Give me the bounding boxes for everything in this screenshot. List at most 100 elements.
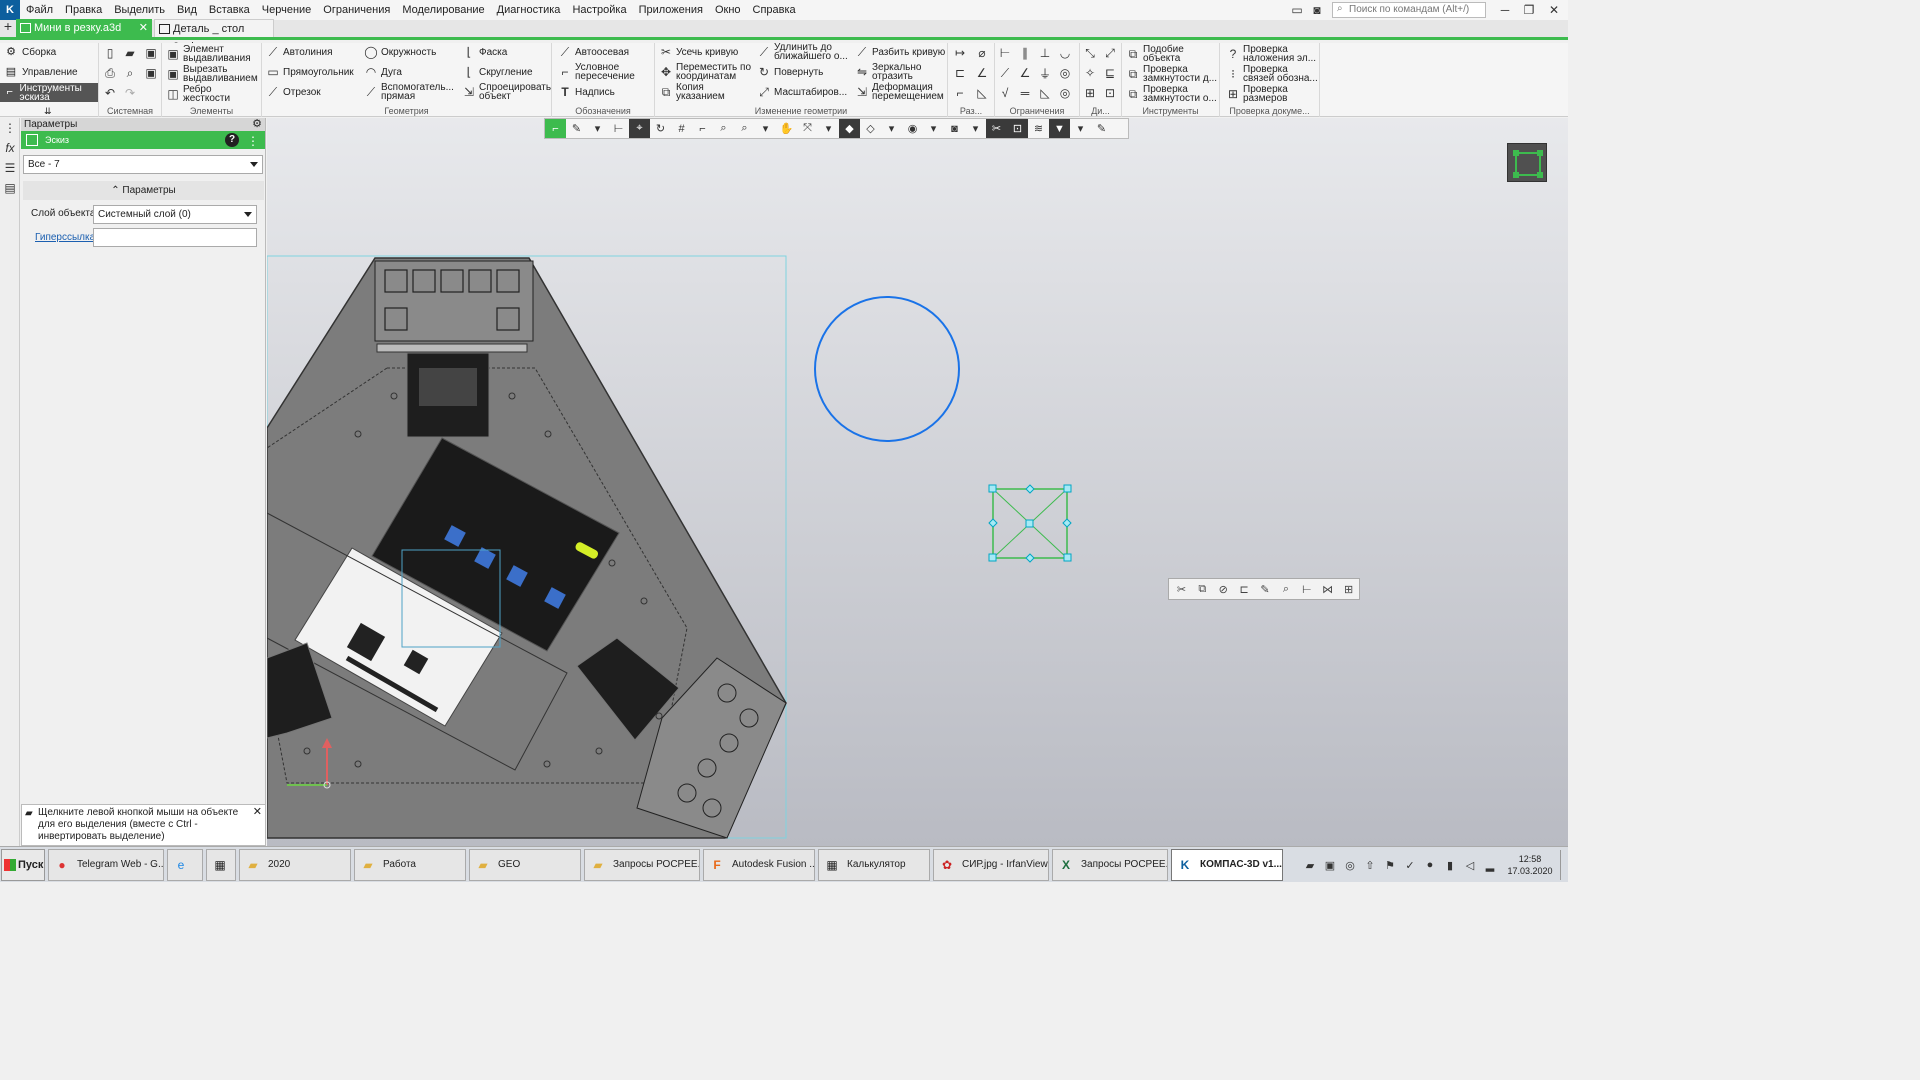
tray-update-icon[interactable]: ⇧: [1360, 855, 1380, 875]
undo-icon[interactable]: ↶: [102, 85, 118, 101]
chamfer-button[interactable]: ⌊ Фаска: [462, 45, 508, 59]
dropdown-icon[interactable]: ▾: [923, 119, 944, 138]
visibility-icon[interactable]: ◉: [902, 119, 923, 138]
task-kompas[interactable]: K КОМПАС-3D v1...: [1171, 848, 1283, 881]
task-app[interactable]: ▦: [206, 848, 236, 881]
angle-icon[interactable]: ∠: [1017, 65, 1033, 81]
horizontal-icon[interactable]: √: [997, 85, 1013, 101]
filter-select[interactable]: Все - 7: [23, 155, 263, 174]
mode-assembly[interactable]: ⚙ Сборка: [0, 43, 98, 62]
measure-icon[interactable]: ⊢: [608, 119, 629, 138]
aux-line-button[interactable]: ⟋ Вспомогатель... прямая: [364, 83, 456, 102]
concentric-icon[interactable]: ◎: [1057, 65, 1073, 81]
check-dims-button[interactable]: ⊞ Проверка размеров: [1226, 85, 1318, 104]
coincide-icon[interactable]: ◎: [1057, 85, 1073, 101]
show-desktop-button[interactable]: [1560, 850, 1568, 880]
diag2-icon[interactable]: ⤢: [1102, 45, 1118, 61]
task-folder-2020[interactable]: ▰ 2020: [239, 848, 351, 881]
pan-icon[interactable]: ✋: [776, 119, 797, 138]
help-icon[interactable]: ?: [225, 133, 239, 147]
parameters-section-header[interactable]: ⌃ Параметры: [23, 181, 264, 200]
task-ie[interactable]: e: [167, 848, 203, 881]
vertical-icon[interactable]: ⊢: [997, 45, 1013, 61]
menu-constraints[interactable]: Ограничения: [317, 0, 396, 20]
diag3-icon[interactable]: ✧: [1082, 65, 1098, 81]
linear-dim-icon[interactable]: ⊏: [952, 65, 968, 81]
trim-filter-icon[interactable]: ✂: [986, 119, 1007, 138]
dropdown-icon[interactable]: ▾: [755, 119, 776, 138]
expand-icon[interactable]: ⇊: [44, 106, 52, 117]
print-icon[interactable]: ⎙: [102, 65, 118, 81]
layers-filter-icon[interactable]: ≋: [1028, 119, 1049, 138]
zoom-to-icon[interactable]: ⌕: [1275, 579, 1296, 599]
symmetry-icon[interactable]: ◺: [1037, 85, 1053, 101]
trim-button[interactable]: ✂ Усечь кривую: [659, 45, 738, 59]
deform-button[interactable]: ⇲ Деформация перемещением: [855, 83, 945, 102]
3d-viewport[interactable]: ⌐ ✎ ▾ ⊢ ⌖ ↻ # ⌐ ⌕ ⌕ ▾ ✋ ⤧ ▾ ◆ ◇ ▾ ◉ ▾ ◙ …: [267, 118, 1568, 846]
shaded-icon[interactable]: ◆: [839, 119, 860, 138]
split-curve-button[interactable]: ⟋ Разбить кривую: [855, 45, 945, 59]
task-calculator[interactable]: ▦ Калькулятор: [818, 848, 930, 881]
radial-dim-icon[interactable]: ⌐: [952, 85, 968, 101]
camera-icon[interactable]: ◙: [944, 119, 965, 138]
tray-network-icon[interactable]: ◎: [1340, 855, 1360, 875]
sketch-mode-icon[interactable]: ⌐: [545, 119, 566, 138]
hyperlink-input[interactable]: [93, 228, 257, 247]
delete-icon[interactable]: ⊘: [1213, 579, 1234, 599]
minimize-icon[interactable]: ─: [1496, 2, 1514, 18]
extrude-button[interactable]: ▣ Элемент выдавливания: [166, 45, 260, 64]
scale-button[interactable]: ⤢ Масштабиров...: [757, 85, 847, 99]
dropdown-icon[interactable]: ▾: [1070, 119, 1091, 138]
mirror-button[interactable]: ⇋ Зеркально отразить: [855, 63, 945, 82]
menu-drawing[interactable]: Черчение: [256, 0, 318, 20]
auto-dim-icon[interactable]: ◺: [974, 85, 990, 101]
redo-icon[interactable]: ↷: [122, 85, 138, 101]
menu-file[interactable]: Файл: [20, 0, 59, 20]
menu-applications[interactable]: Приложения: [633, 0, 709, 20]
menu-settings[interactable]: Настройка: [566, 0, 632, 20]
diag5-icon[interactable]: ⊞: [1082, 85, 1098, 101]
fillet-button[interactable]: ⌊ Скругление: [462, 65, 533, 79]
circle-button[interactable]: ◯ Окружность: [364, 45, 436, 59]
menu-diagnostics[interactable]: Диагностика: [491, 0, 567, 20]
close-icon[interactable]: ✕: [253, 806, 262, 818]
layout-icon[interactable]: ▭: [1288, 2, 1306, 18]
tangent-icon[interactable]: ◡: [1057, 45, 1073, 61]
properties-icon[interactable]: ⊏: [1234, 579, 1255, 599]
task-folder-work[interactable]: ▰ Работа: [354, 848, 466, 881]
check-closure-o-button[interactable]: ⧉ Проверка замкнутости о...: [1126, 85, 1218, 104]
select-filter-icon[interactable]: ⊡: [1007, 119, 1028, 138]
arc-button[interactable]: ◠ Дуга: [364, 65, 402, 79]
dropdown-icon[interactable]: ▾: [587, 119, 608, 138]
dimension-icon[interactable]: ⊢: [1296, 579, 1317, 599]
rotate-button[interactable]: ↻ Повернуть: [757, 65, 823, 79]
copy-icon[interactable]: ⧉: [1192, 579, 1213, 599]
dropdown-icon[interactable]: ▾: [881, 119, 902, 138]
layer-select[interactable]: Системный слой (0): [93, 205, 257, 224]
preview-icon[interactable]: ⌕: [122, 65, 138, 81]
filter-icon[interactable]: ▼: [1049, 119, 1070, 138]
layers-icon[interactable]: ☰: [0, 158, 20, 178]
tray-security-icon[interactable]: ✓: [1400, 855, 1420, 875]
menu-modeling[interactable]: Моделирование: [396, 0, 490, 20]
menu-edit[interactable]: Правка: [59, 0, 108, 20]
zoom-icon[interactable]: ⌕: [713, 119, 734, 138]
cut-extrude-button[interactable]: ▣ Вырезать выдавливанием: [166, 65, 260, 84]
mode-sketch-tools[interactable]: ⌐ Инструменты эскиза: [0, 83, 98, 102]
tray-flag-icon[interactable]: ⚑: [1380, 855, 1400, 875]
task-irfanview[interactable]: ✿ СИР.jpg - IrfanView: [933, 848, 1049, 881]
open-folder-icon[interactable]: ▰: [122, 45, 138, 61]
segment-button[interactable]: ⟋ Отрезок: [266, 85, 321, 99]
check-closure-d-button[interactable]: ⧉ Проверка замкнутости д...: [1126, 65, 1218, 84]
dimension-icon[interactable]: ↦: [952, 45, 968, 61]
command-search-input[interactable]: Поиск по командам (Alt+/): [1332, 2, 1486, 18]
move-coords-button[interactable]: ✥ Переместить по координатам: [659, 63, 755, 82]
tree-icon[interactable]: ⋮: [0, 118, 20, 138]
tray-app2-icon[interactable]: ▣: [1320, 855, 1340, 875]
task-telegram[interactable]: ● Telegram Web - G...: [48, 848, 164, 881]
rectangle-button[interactable]: ▭ Прямоугольник: [266, 65, 353, 79]
tray-battery-icon[interactable]: ▮: [1440, 855, 1460, 875]
auto-axis-button[interactable]: ⟋ Автоосевая: [558, 45, 629, 59]
new-file-icon[interactable]: ▯: [102, 45, 118, 61]
task-fusion[interactable]: F Autodesk Fusion ...: [703, 848, 815, 881]
